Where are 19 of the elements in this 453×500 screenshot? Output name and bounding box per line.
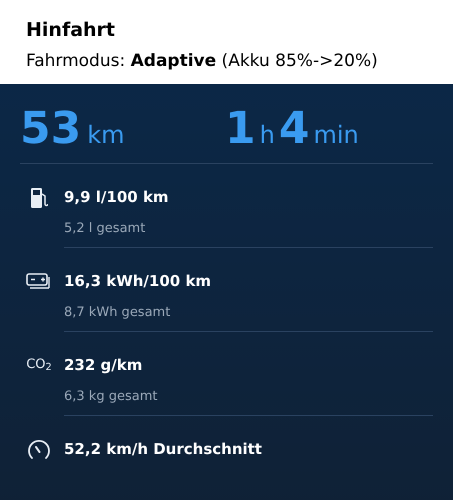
total-value: 5,2 l gesamt <box>64 220 146 238</box>
total-value: 8,7 kWh gesamt <box>64 304 172 322</box>
consumption-value: 52,2 km/h Durchschnitt <box>64 439 263 460</box>
hours-unit: h <box>260 120 275 151</box>
consumption-value: 9,9 l/100 km <box>64 187 170 208</box>
consumption-value: 16,3 kWh/100 km <box>64 271 212 292</box>
duration-hours: 1 <box>225 102 256 156</box>
fuel-pump-icon <box>30 187 48 209</box>
drive-mode-text: Fahrmodus: Adaptive (Akku 85%->20%) <box>26 50 379 72</box>
duration-minutes: 4 <box>278 102 310 156</box>
co2-icon: CO$_{2}$ <box>26 355 52 374</box>
battery-icon <box>26 271 52 291</box>
distance-value: 53 <box>20 102 82 156</box>
consumption-value: 232 g/km <box>64 355 144 376</box>
distance-unit: km <box>87 120 125 151</box>
trip-title: Hinfahrt <box>26 18 116 43</box>
minutes-unit: min <box>313 120 359 151</box>
total-value: 6,3 kg gesamt <box>64 388 158 406</box>
speedometer-icon <box>27 439 51 461</box>
